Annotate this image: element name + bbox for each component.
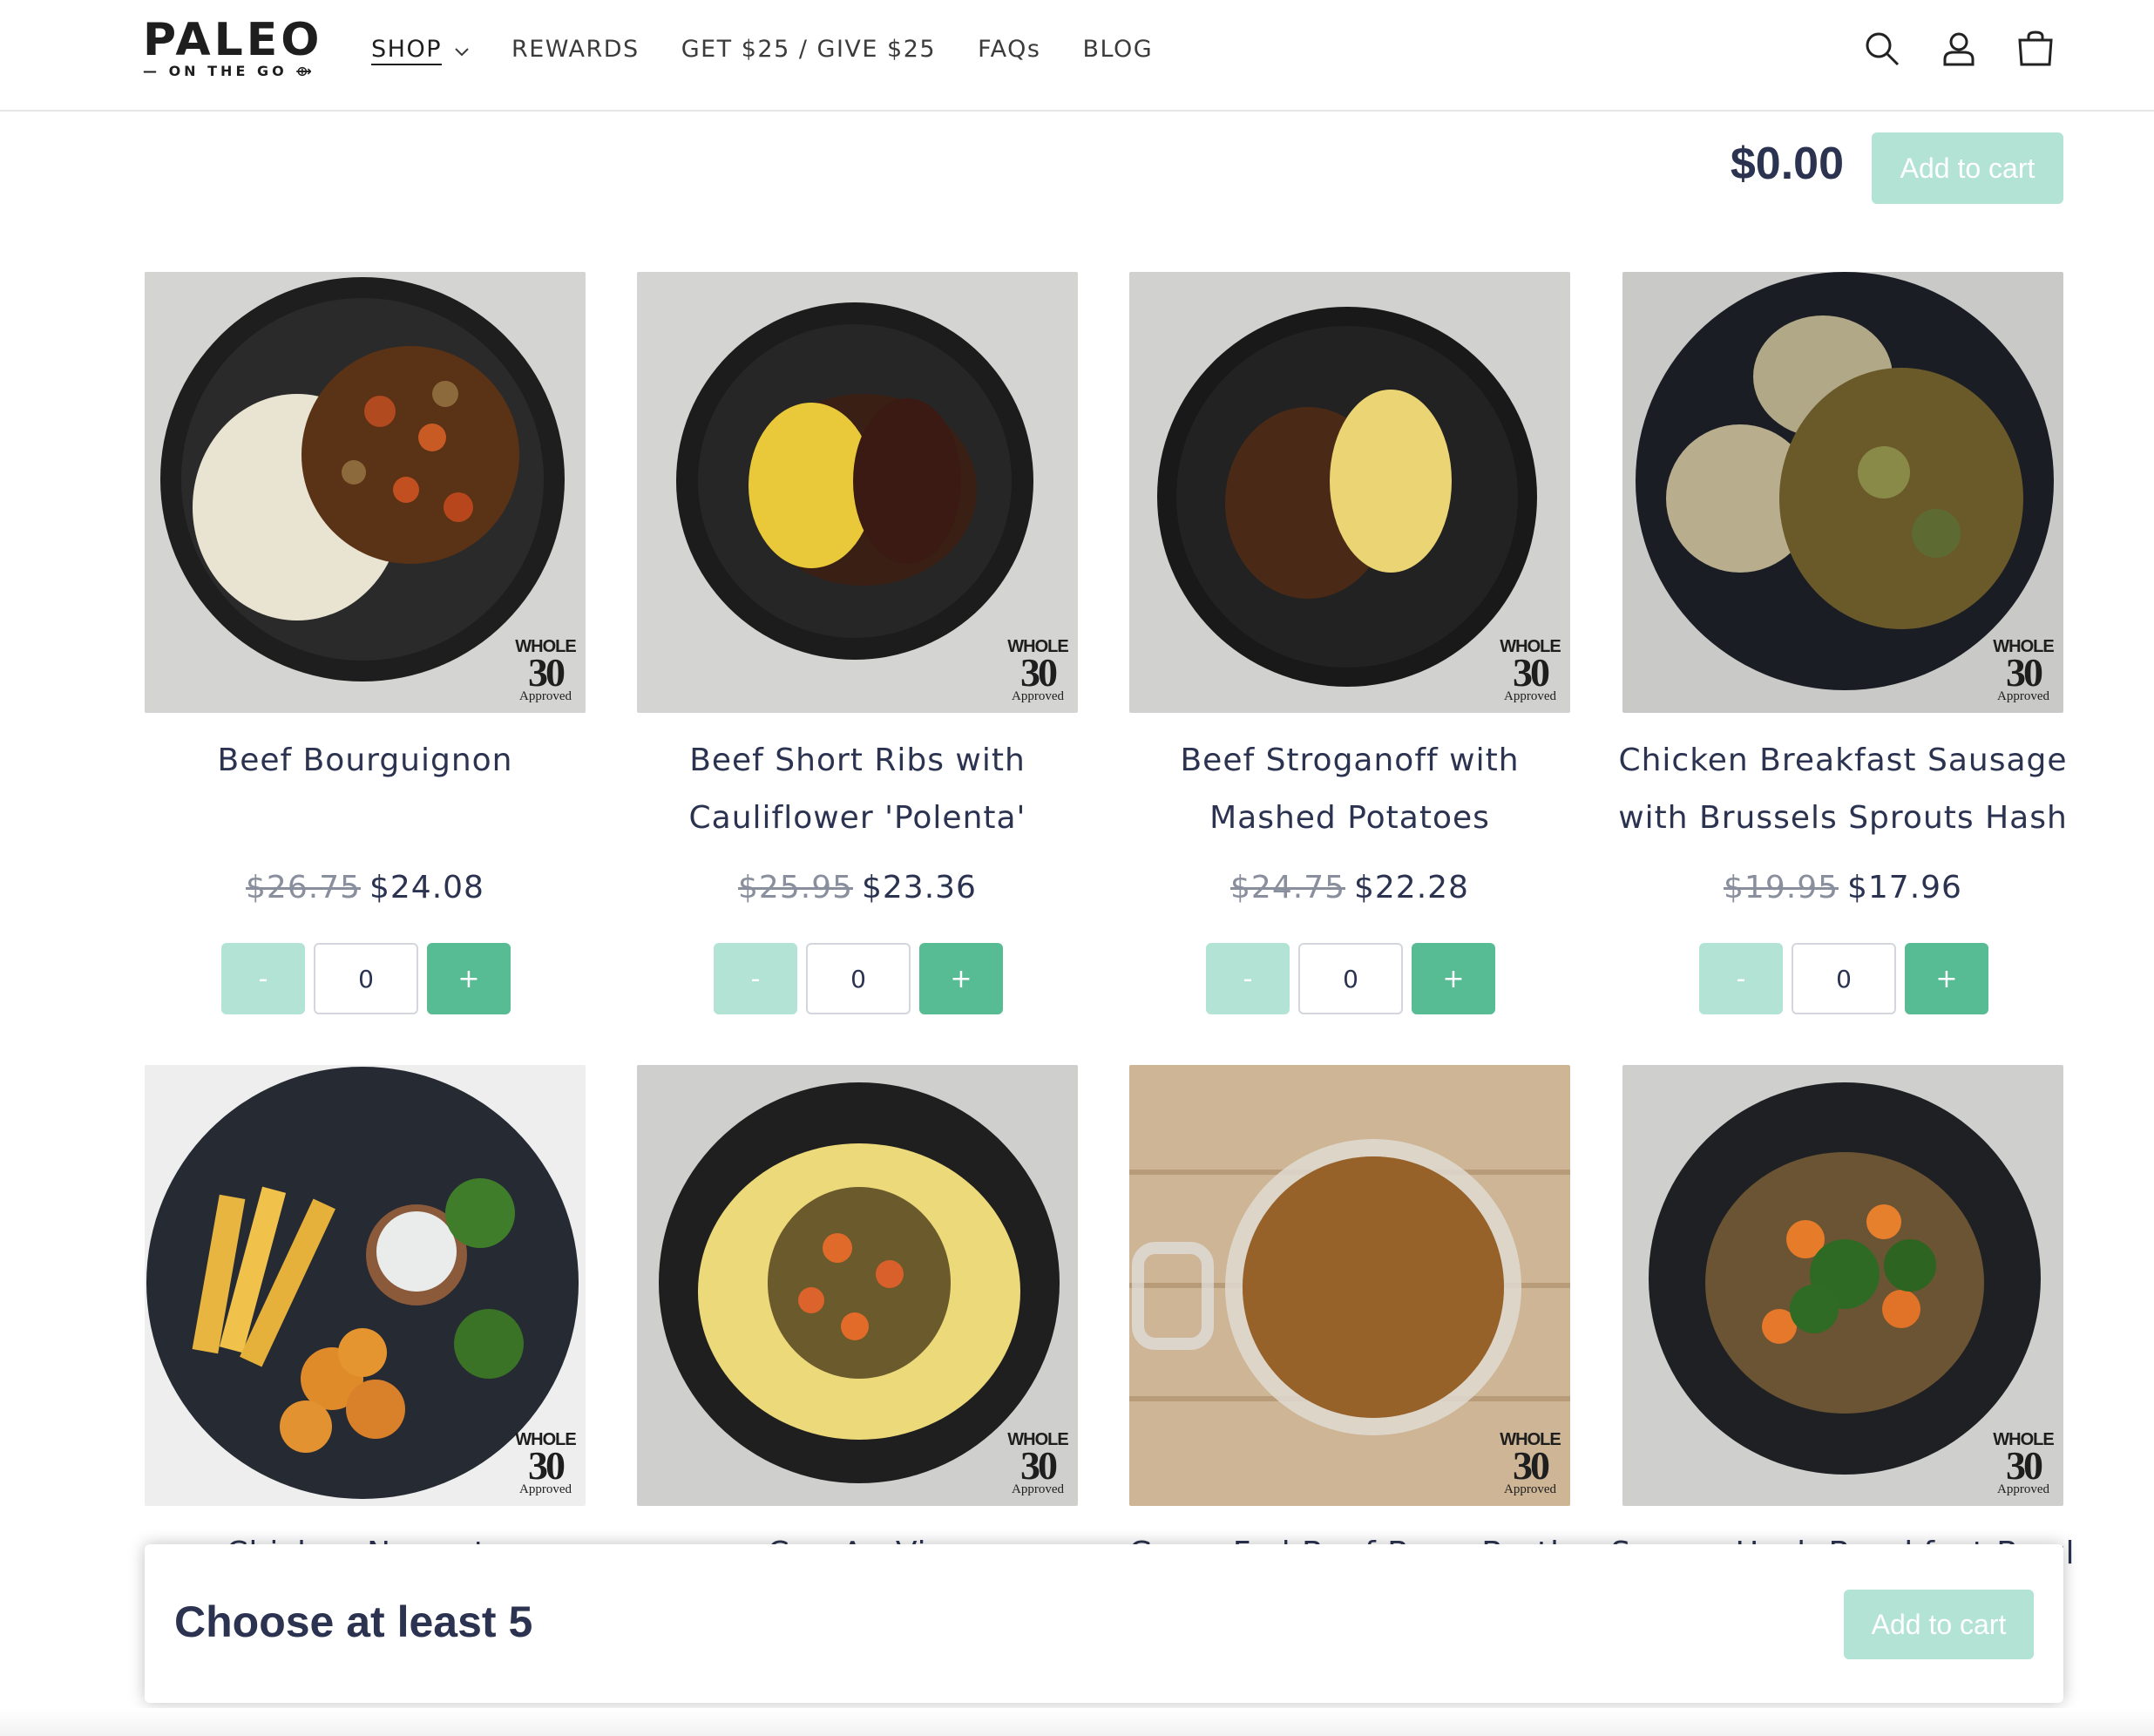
search-icon[interactable]: [1859, 26, 1905, 71]
whole30-badge: WHOLE 30 Approved: [1499, 1431, 1561, 1497]
original-price: $25.95: [738, 870, 853, 905]
nav-shop-label: SHOP: [371, 35, 442, 63]
badge-sub: Approved: [1012, 1482, 1064, 1496]
badge-number: 30: [1020, 1443, 1058, 1488]
badge-sub: Approved: [1504, 1482, 1556, 1496]
nav-referral[interactable]: GET $25 / GIVE $25: [681, 36, 936, 63]
product-image[interactable]: WHOLE 30 Approved: [1129, 272, 1570, 713]
decrease-quantity-button[interactable]: -: [714, 943, 797, 1014]
nav-rewards[interactable]: REWARDS: [511, 36, 640, 63]
badge-number: 30: [1513, 1443, 1550, 1488]
whole30-badge: WHOLE 30 Approved: [1992, 1431, 2055, 1497]
badge-sub: Approved: [519, 1482, 572, 1496]
nav-blog[interactable]: BLOG: [1082, 36, 1153, 63]
logo-wordmark: PALEO: [143, 14, 323, 66]
quantity-input[interactable]: 0: [806, 943, 911, 1014]
product-image[interactable]: WHOLE 30 Approved: [637, 1065, 1078, 1506]
original-price: $26.75: [246, 870, 361, 905]
product-image[interactable]: WHOLE 30 Approved: [1622, 1065, 2063, 1506]
increase-quantity-button[interactable]: +: [919, 943, 1003, 1014]
product-card: WHOLE 30 Approved Grass Fed Beef Bone Br…: [1128, 1065, 1570, 1571]
site-header: PALEO — ON THE GO ⟴ SHOP REWARDS GET $25…: [0, 0, 2154, 112]
chevron-down-icon: [454, 36, 470, 63]
badge-number: 30: [2006, 650, 2043, 695]
original-price: $19.95: [1724, 870, 1839, 905]
product-card: WHOLE 30 Approved Coq Au Vin - 0 +: [637, 1065, 1078, 1571]
increase-quantity-button[interactable]: +: [1905, 943, 1988, 1014]
minimum-quantity-message: Choose at least 5: [174, 1597, 533, 1646]
badge-number: 30: [528, 650, 566, 695]
product-price: $19.95 $17.96: [1622, 870, 2063, 905]
badge-number: 30: [1513, 650, 1550, 695]
whole30-badge: WHOLE 30 Approved: [1499, 638, 1561, 704]
product-price: $25.95 $23.36: [637, 870, 1078, 905]
product-card: WHOLE 30 Approved Chicken Breakfast Saus…: [1618, 272, 2067, 1014]
account-icon[interactable]: [1936, 26, 1981, 71]
product-image[interactable]: WHOLE 30 Approved: [1129, 1065, 1570, 1506]
nav-shop[interactable]: SHOP: [371, 36, 470, 63]
main-nav: SHOP REWARDS GET $25 / GIVE $25 FAQs BLO…: [371, 31, 1195, 66]
increase-quantity-button[interactable]: +: [1412, 943, 1495, 1014]
quantity-input[interactable]: 0: [314, 943, 418, 1014]
quantity-input[interactable]: 0: [1792, 943, 1896, 1014]
product-title[interactable]: Beef Bourguignon: [127, 732, 603, 790]
badge-sub: Approved: [519, 689, 572, 703]
sticky-add-to-cart-button[interactable]: Add to cart: [1844, 1590, 2034, 1659]
sale-price: $23.36: [862, 870, 977, 905]
whole30-badge: WHOLE 30 Approved: [1006, 1431, 1069, 1497]
nav-faqs-label: FAQs: [978, 35, 1041, 63]
nav-blog-label: BLOG: [1082, 35, 1154, 63]
quantity-input[interactable]: 0: [1298, 943, 1403, 1014]
cart-total: $0.00: [1730, 139, 1844, 189]
whole30-badge: WHOLE 30 Approved: [514, 1431, 577, 1497]
product-title[interactable]: Beef Stroganoff with Mashed Potatoes: [1112, 732, 1588, 847]
product-card: WHOLE 30 Approved Beef Stroganoff with M…: [1129, 272, 1570, 1014]
product-title[interactable]: Beef Short Ribs with Cauliflower 'Polent…: [620, 732, 1095, 847]
badge-sub: Approved: [1997, 689, 2049, 703]
quantity-stepper: - 0 +: [714, 943, 1003, 1014]
cart-icon[interactable]: [2013, 26, 2058, 71]
add-to-cart-button[interactable]: Add to cart: [1872, 132, 2063, 204]
quantity-stepper: - 0 +: [1699, 943, 1988, 1014]
whole30-badge: WHOLE 30 Approved: [514, 638, 577, 704]
nav-referral-label: GET $25 / GIVE $25: [681, 35, 937, 63]
product-card: WHOLE 30 Approved Chicken Nuggets - 0 +: [145, 1065, 586, 1571]
product-card: WHOLE 30 Approved Beef Bourguignon $26.7…: [145, 272, 586, 1014]
sticky-cart-bar: Choose at least 5 Add to cart: [145, 1544, 2063, 1703]
product-image[interactable]: WHOLE 30 Approved: [145, 1065, 586, 1506]
page-edge-shade: [0, 1708, 2154, 1736]
quantity-stepper: - 0 +: [221, 943, 511, 1014]
paleo-logo[interactable]: PALEO — ON THE GO ⟴: [143, 17, 319, 82]
nav-faqs[interactable]: FAQs: [978, 36, 1040, 63]
nav-rewards-label: REWARDS: [511, 35, 640, 63]
whole30-badge: WHOLE 30 Approved: [1992, 638, 2055, 704]
badge-sub: Approved: [1012, 689, 1064, 703]
decrease-quantity-button[interactable]: -: [1206, 943, 1290, 1014]
decrease-quantity-button[interactable]: -: [1699, 943, 1783, 1014]
original-price: $24.75: [1230, 870, 1345, 905]
sale-price: $17.96: [1847, 870, 1962, 905]
increase-quantity-button[interactable]: +: [427, 943, 511, 1014]
product-image[interactable]: WHOLE 30 Approved: [1622, 272, 2063, 713]
badge-sub: Approved: [1997, 1482, 2049, 1496]
product-price: $26.75 $24.08: [145, 870, 586, 905]
product-image[interactable]: WHOLE 30 Approved: [637, 272, 1078, 713]
sale-price: $22.28: [1354, 870, 1469, 905]
badge-number: 30: [528, 1443, 566, 1488]
product-card: WHOLE 30 Approved Beef Short Ribs with C…: [637, 272, 1078, 1014]
badge-number: 30: [1020, 650, 1058, 695]
whole30-badge: WHOLE 30 Approved: [1006, 638, 1069, 704]
decrease-quantity-button[interactable]: -: [221, 943, 305, 1014]
product-title[interactable]: Chicken Breakfast Sausage with Brussels …: [1605, 732, 2081, 847]
badge-number: 30: [2006, 1443, 2043, 1488]
header-icons: [1828, 26, 2058, 71]
logo-tagline: — ON THE GO ⟴: [143, 63, 315, 79]
product-card: WHOLE 30 Approved Savory Hash Breakfast …: [1611, 1065, 2074, 1571]
product-image[interactable]: WHOLE 30 Approved: [145, 272, 586, 713]
badge-sub: Approved: [1504, 689, 1556, 703]
product-price: $24.75 $22.28: [1129, 870, 1570, 905]
sale-price: $24.08: [369, 870, 484, 905]
quantity-stepper: - 0 +: [1206, 943, 1495, 1014]
